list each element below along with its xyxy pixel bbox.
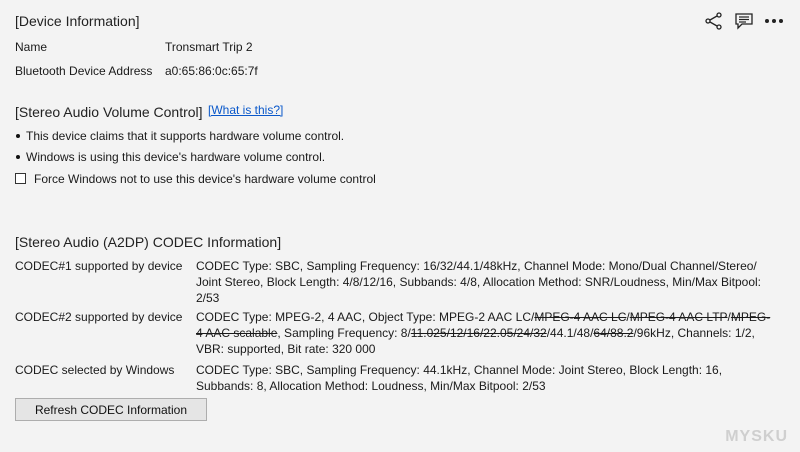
codec3-details: CODEC Type: SBC, Sampling Frequency: 44.… — [196, 363, 723, 393]
codec2-text: /44.1/48/ — [546, 326, 594, 340]
codec3-label: CODEC selected by Windows — [15, 363, 175, 377]
codec2-text: CODEC Type: MPEG-2, 4 AAC, Object Type: … — [196, 310, 535, 324]
codec1-details: CODEC Type: SBC, Sampling Frequency: 16/… — [196, 259, 762, 305]
share-icon[interactable] — [703, 10, 725, 32]
watermark: MYSKU — [725, 428, 788, 445]
comment-icon[interactable] — [733, 10, 755, 32]
address-label: Bluetooth Device Address — [15, 64, 153, 78]
name-label: Name — [15, 40, 48, 54]
device-info-title: [Device Information] — [15, 13, 140, 29]
codec2-text: , Sampling Frequency: 8/ — [277, 326, 411, 340]
codec2-label: CODEC#2 supported by device — [15, 310, 183, 324]
bullet-1-text: This device claims that it supports hard… — [26, 129, 345, 143]
name-value: Tronsmart Trip 2 — [165, 40, 253, 54]
codec1-label: CODEC#1 supported by device — [15, 259, 183, 273]
force-windows-checkbox[interactable] — [15, 173, 26, 184]
volume-bullet-2: Windows is using this device's hardware … — [16, 150, 325, 164]
what-is-this-link[interactable]: [What is this?] — [208, 103, 283, 117]
bullet-icon — [16, 154, 20, 159]
bullet-2-text: Windows is using this device's hardware … — [26, 150, 326, 164]
volume-title: [Stereo Audio Volume Control] — [15, 104, 203, 120]
refresh-codec-button[interactable]: Refresh CODEC Information — [15, 398, 207, 421]
codec2-details: CODEC Type: MPEG-2, 4 AAC, Object Type: … — [196, 309, 776, 357]
more-icon[interactable] — [763, 10, 785, 32]
force-windows-label[interactable]: Force Windows not to use this device's h… — [34, 172, 376, 186]
codec2-strike-text: 11.025/12/16/22.05/24/32 — [410, 326, 547, 340]
bullet-icon — [16, 133, 20, 138]
codec2-strike-text: MPEG-4 AAC LTP — [629, 310, 728, 324]
address-value: a0:65:86:0c:65:7f — [165, 64, 258, 78]
volume-bullet-1: This device claims that it supports hard… — [16, 129, 344, 143]
codec2-strike-text: MPEG-4 AAC LC — [534, 310, 627, 324]
codec-title: [Stereo Audio (A2DP) CODEC Information] — [15, 234, 282, 250]
codec2-strike-text: 64/88.2 — [593, 326, 634, 340]
